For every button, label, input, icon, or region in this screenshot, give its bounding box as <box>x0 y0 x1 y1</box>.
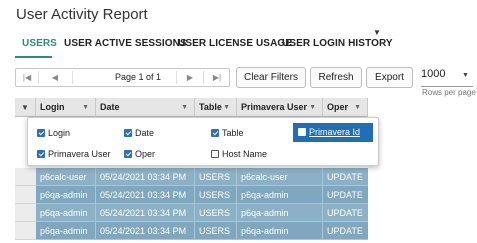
refresh-button[interactable]: Refresh <box>310 67 362 88</box>
active-tab-indicator <box>15 56 52 58</box>
tab-user-active-sessions[interactable]: USER ACTIVE SESSIONS <box>64 38 187 49</box>
column-option-login[interactable]: Login <box>37 128 70 138</box>
column-header-date[interactable]: Date ▼ <box>96 98 195 117</box>
select-underline <box>421 86 473 87</box>
checkbox-checked-icon[interactable] <box>124 129 132 137</box>
filter-icon[interactable]: ▼ <box>354 98 361 117</box>
column-option-primavera-id[interactable]: Primavera Id <box>293 123 373 142</box>
checkbox-checked-icon[interactable] <box>37 150 45 158</box>
grid-header: ▼ Login ▼ Date ▼ Table ▼ Primavera User ▼ Op… <box>15 98 368 117</box>
filter-icon[interactable]: ▼ <box>309 98 316 117</box>
column-header-table[interactable]: Table ▼ <box>195 98 237 117</box>
column-option-date[interactable]: Date <box>124 128 154 138</box>
filter-icon[interactable]: ▼ <box>223 98 230 117</box>
checkbox-unchecked-icon[interactable] <box>211 150 219 158</box>
column-option-primavera-user[interactable]: Primavera User <box>37 149 111 159</box>
tab-user-license-usage[interactable]: USER LICENSE USAGE <box>178 38 292 49</box>
table-row[interactable]: p6qa-admin 05/24/2021 03:34 PM USERS p6q… <box>36 186 368 204</box>
clear-filters-button[interactable]: Clear Filters <box>236 67 306 88</box>
filter-icon[interactable]: ▼ <box>181 98 188 117</box>
chevron-down-icon[interactable]: ▼ <box>462 72 469 79</box>
tab-user-login-history[interactable]: USER LOGIN HISTORY <box>282 38 393 49</box>
tab-overflow-icon[interactable]: ▼ <box>373 28 381 37</box>
checkbox-unchecked-icon[interactable] <box>298 128 306 136</box>
column-header-primavera-user[interactable]: Primavera User ▼ <box>237 98 323 117</box>
rows-per-page-select[interactable]: 1000 <box>421 68 445 80</box>
table-row[interactable]: p6qa-admin 05/24/2021 03:34 PM USERS p6q… <box>36 222 368 240</box>
filter-icon[interactable]: ▼ <box>82 98 89 117</box>
page-title: User Activity Report <box>16 6 148 23</box>
checkbox-checked-icon[interactable] <box>37 129 45 137</box>
page-indicator: Page 1 of 1 <box>114 72 162 82</box>
export-button[interactable]: Export <box>366 67 413 88</box>
prev-page-icon[interactable]: ◀ <box>44 69 66 86</box>
column-chooser-popup: Login Date Table Primavera Id Primavera … <box>27 117 379 166</box>
tab-users[interactable]: USERS <box>22 38 57 49</box>
checkbox-checked-icon[interactable] <box>124 150 132 158</box>
last-page-icon[interactable]: ▶| <box>206 69 228 86</box>
checkbox-checked-icon[interactable] <box>211 129 219 137</box>
column-chooser-icon[interactable]: ▼ <box>15 98 36 117</box>
column-header-oper[interactable]: Oper ▼ <box>323 98 368 117</box>
pager: |◀ ◀ Page 1 of 1 ▶ ▶| <box>15 68 230 87</box>
column-option-table[interactable]: Table <box>211 128 244 138</box>
rows-per-page-label: Rows per page <box>422 88 476 97</box>
next-page-icon[interactable]: ▶ <box>179 69 201 86</box>
column-option-oper[interactable]: Oper <box>124 149 155 159</box>
table-row[interactable]: p6calc-user 05/24/2021 03:34 PM USERS p6… <box>36 168 368 186</box>
column-header-login[interactable]: Login ▼ <box>36 98 96 117</box>
table-row[interactable]: p6qa-admin 05/24/2021 03:34 PM USERS p6q… <box>36 204 368 222</box>
first-page-icon[interactable]: |◀ <box>16 69 38 86</box>
column-option-host-name[interactable]: Host Name <box>211 149 267 159</box>
